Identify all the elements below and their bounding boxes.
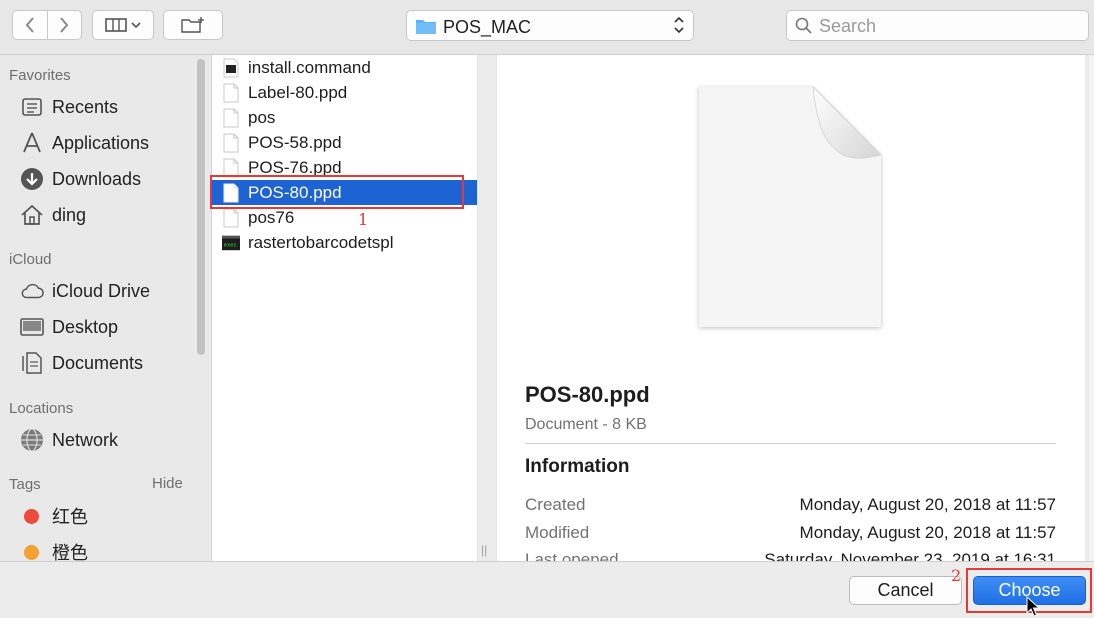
file-name: pos76 [248,207,295,227]
new-folder-button[interactable] [163,10,223,40]
divider [525,443,1056,444]
svg-text:exec: exec [224,242,237,248]
annotation-step-1: 1 [358,210,369,229]
location-popup[interactable]: POS_MAC [406,10,694,41]
file-list: install.command Label-80.ppd pos POS-58.… [212,55,478,561]
forward-button[interactable] [46,11,82,39]
sidebar-item-label: iCloud Drive [52,280,151,301]
file-row[interactable]: Label-80.ppd [212,80,477,105]
information-header: Information [525,456,630,477]
file-row[interactable]: POS-58.ppd [212,130,477,155]
downloads-icon [20,167,44,191]
sidebar-item-downloads[interactable]: Downloads [20,164,195,194]
applications-icon [20,131,44,155]
info-label: Modified [525,523,590,542]
mouse-cursor-icon [1026,596,1040,617]
up-down-arrows-icon [674,16,684,34]
network-icon [20,428,44,452]
file-name: POS-58.ppd [248,132,342,152]
chevron-left-icon [25,17,34,33]
recents-icon [20,95,44,119]
info-value: Monday, August 20, 2018 at 11:57 [799,495,1056,514]
info-row-created: Created Monday, August 20, 2018 at 11:57 [525,495,1056,519]
search-field [786,10,1089,41]
file-row[interactable]: exec rastertobarcodetspl [212,230,477,255]
info-label: Last opened [525,550,619,561]
file-name: Label-80.ppd [248,82,348,102]
sidebar-item-tag-orange[interactable]: 橙色 [20,537,195,561]
favorites-header: Favorites [9,67,71,84]
annotation-step-2: 2 [951,566,962,585]
file-name: pos [248,107,276,127]
info-value: Saturday, November 23, 2019 at 16:31 [764,550,1056,561]
icloud-header: iCloud [9,251,52,268]
sidebar-item-label: Network [52,429,119,450]
preview-file-name: POS-80.ppd [525,382,650,407]
file-name: rastertobarcodetspl [248,232,394,252]
info-row-last-opened: Last opened Saturday, November 23, 2019 … [525,550,1056,561]
sidebar: Favorites Recents Applications Downloads… [0,55,212,561]
file-row[interactable]: pos [212,105,477,130]
annotation-box-file [210,175,464,209]
sidebar-item-label: ding [52,204,87,225]
sidebar-item-home[interactable]: ding [20,200,195,230]
desktop-icon [20,315,44,339]
file-row[interactable]: install.command [212,55,477,80]
toolbar: POS_MAC [0,0,1094,55]
tags-header: Tags [9,476,41,493]
terminal-file-icon [222,57,240,79]
column-view-icon [105,18,127,32]
sidebar-item-desktop[interactable]: Desktop [20,312,195,342]
document-icon [222,107,240,129]
file-name: install.command [248,57,371,77]
column-resize-handle[interactable]: || [481,543,487,557]
cancel-button[interactable]: Cancel [849,576,962,605]
sidebar-item-documents[interactable]: Documents [20,348,195,378]
back-button[interactable] [13,11,47,39]
sidebar-item-icloud-drive[interactable]: iCloud Drive [20,276,195,306]
location-label: POS_MAC [443,17,532,37]
document-icon [222,132,240,154]
chevron-down-icon [131,22,141,29]
info-row-modified: Modified Monday, August 20, 2018 at 11:5… [525,523,1056,547]
new-folder-icon [181,17,204,33]
tag-color-dot [24,544,39,560]
tags-hide-button[interactable]: Hide [152,475,183,492]
folder-icon [416,20,436,34]
preview-pane: POS-80.ppd Document - 8 KB Information C… [496,55,1085,561]
sidebar-item-label: Recents [52,96,119,117]
documents-icon [20,351,44,375]
document-preview-icon [699,85,882,327]
sidebar-item-applications[interactable]: Applications [20,128,195,158]
tag-color-dot [24,508,39,524]
sidebar-item-label: Documents [52,352,144,373]
view-mode-button[interactable] [92,10,154,40]
preview-file-kind: Document - 8 KB [525,416,647,433]
dialog-footer: Cancel Choose [0,561,1094,618]
sidebar-scrollbar[interactable] [197,59,205,355]
document-icon [222,82,240,104]
sidebar-item-label: Desktop [52,316,119,337]
info-label: Created [525,495,586,514]
sidebar-item-label: 橙色 [52,543,88,561]
executable-icon: exec [222,232,240,254]
sidebar-item-label: Applications [52,132,150,153]
sidebar-item-label: 红色 [52,507,88,527]
sidebar-item-tag-red[interactable]: 红色 [20,501,195,531]
sidebar-item-recents[interactable]: Recents [20,92,195,122]
sidebar-item-label: Downloads [52,168,142,189]
search-icon [795,17,812,34]
cloud-icon [20,279,44,303]
sidebar-item-network[interactable]: Network [20,425,195,455]
chevron-right-icon [60,17,69,33]
document-icon [222,207,240,229]
locations-header: Locations [9,400,74,417]
info-value: Monday, August 20, 2018 at 11:57 [799,523,1056,542]
home-icon [20,203,44,227]
search-input[interactable] [817,14,1081,39]
preview-scrollbar[interactable] [1089,55,1094,561]
nav-button-group [12,10,82,40]
